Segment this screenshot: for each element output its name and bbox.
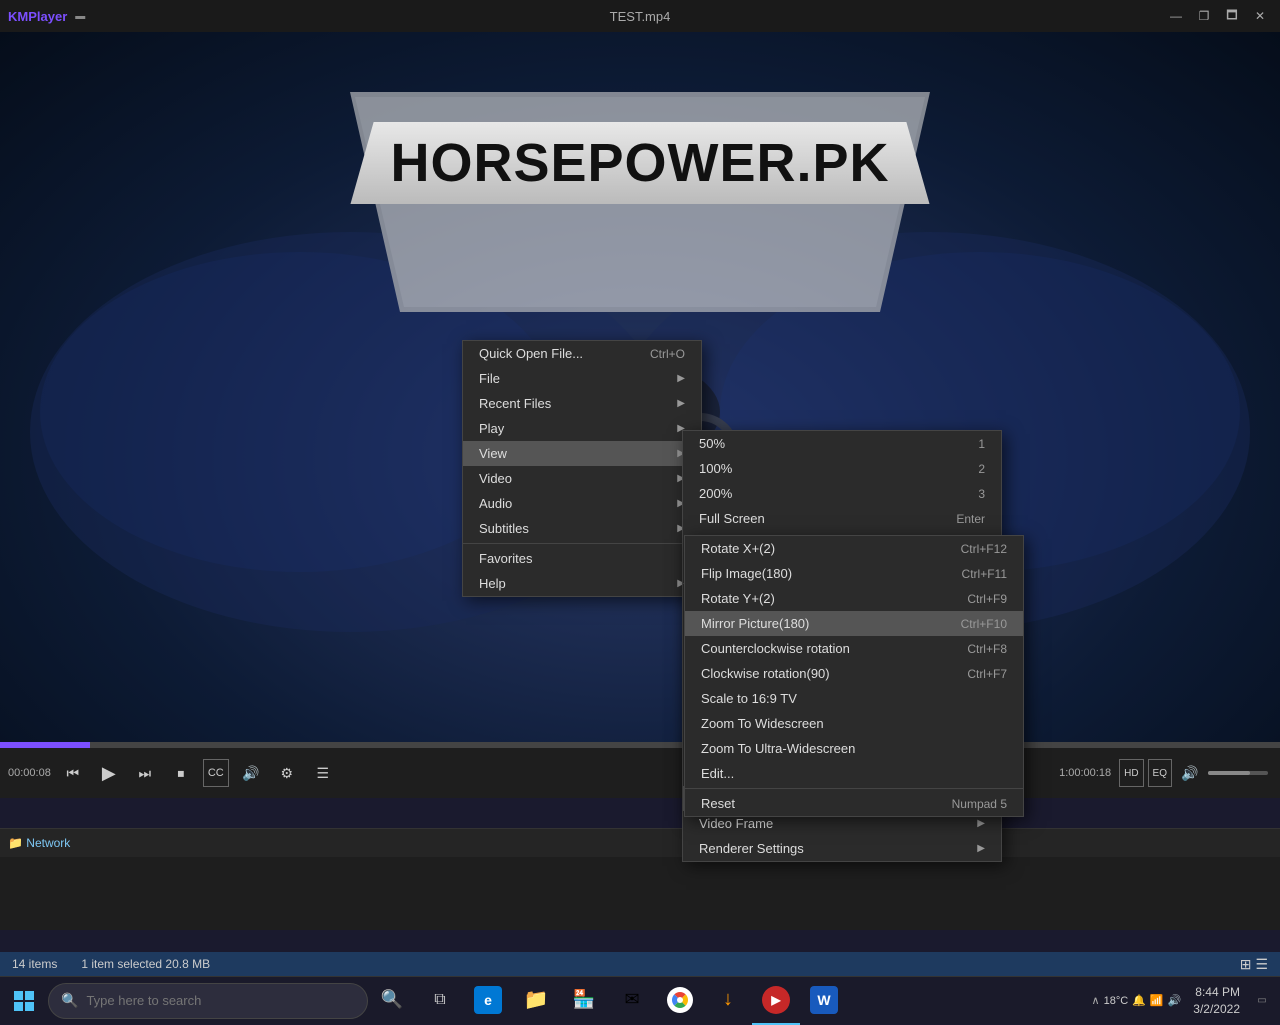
title-bar-controls: — ❐ 🗖 ✕ — [1164, 4, 1272, 28]
temp-indicator: 18°C — [1104, 995, 1129, 1007]
main-context-menu: Quick Open File... Ctrl+O File ▶ Recent … — [462, 340, 702, 597]
menu-audio[interactable]: Audio ▶ — [463, 491, 701, 516]
title-bar: KMPlayer ▬ TEST.mp4 — ❐ 🗖 ✕ — [0, 0, 1280, 32]
volume-fill — [1208, 771, 1250, 775]
view-grid-button[interactable]: ⊞ — [1240, 956, 1252, 973]
start-button[interactable] — [0, 977, 48, 1025]
app-logo: KMPlayer — [8, 9, 67, 24]
rotate-mirror-180[interactable]: Mirror Picture(180) Ctrl+F10 — [685, 611, 1023, 636]
taskbar-right: ∧ 18°C 🔔 📶 🔊 8:44 PM 3/2/2022 ▭ — [1092, 977, 1280, 1025]
controls-row: 00:00:08 ⏮ ▶ ⏭ ⏹ CC 🔊 ⚙ ☰ 1:00:00:18 HD … — [0, 748, 1280, 798]
chevron-icon[interactable]: ∧ — [1092, 994, 1100, 1007]
rotate-flip-180[interactable]: Flip Image(180) Ctrl+F11 — [685, 561, 1023, 586]
taskbar-download-button[interactable]: ↓ — [704, 977, 752, 1025]
taskbar-search-button[interactable]: 🔍 — [368, 977, 416, 1025]
notification-icon[interactable]: 🔔 — [1132, 994, 1146, 1007]
taskbar-explorer-button[interactable]: 📁 — [512, 977, 560, 1025]
video-settings-button[interactable]: ⚙ — [273, 759, 301, 787]
menu-help[interactable]: Help ▶ — [463, 571, 701, 596]
menu-favorites[interactable]: Favorites — [463, 546, 701, 571]
windows-logo — [14, 991, 34, 1011]
selected-info: 1 item selected 20.8 MB — [81, 957, 210, 971]
view-200[interactable]: 200% 3 — [683, 481, 1001, 506]
title-bar-center: TEST.mp4 — [610, 9, 671, 24]
player-controls-bar: 00:00:08 ⏮ ▶ ⏭ ⏹ CC 🔊 ⚙ ☰ 1:00:00:18 HD … — [0, 742, 1280, 798]
search-icon: 🔍 — [61, 992, 78, 1009]
taskbar-edge-button[interactable]: e — [464, 977, 512, 1025]
view-100[interactable]: 100% 2 — [683, 456, 1001, 481]
taskbar: 🔍 🔍 ⧉ e 📁 🏪 ✉ ↓ ▶ W ∧ 18°C 🔔 📶 🔊 8:44 PM… — [0, 976, 1280, 1024]
network-label: 📁 Network — [8, 836, 70, 850]
close-button[interactable]: ✕ — [1248, 4, 1272, 28]
progress-bar[interactable] — [0, 742, 1280, 748]
clock-date: 3/2/2022 — [1193, 1001, 1240, 1018]
menu-quick-open[interactable]: Quick Open File... Ctrl+O — [463, 341, 701, 366]
time-current: 00:00:08 — [8, 767, 51, 779]
video-title-text: HORSEPOWER.PK — [350, 122, 929, 204]
rotate-zoom-ultra-widescreen[interactable]: Zoom To Ultra-Widescreen — [685, 736, 1023, 761]
menu-play[interactable]: Play ▶ — [463, 416, 701, 441]
taskbar-kmplayer-button[interactable]: ▶ — [752, 977, 800, 1025]
rotate-reset[interactable]: Reset Numpad 5 — [685, 791, 1023, 816]
rotate-ccw[interactable]: Counterclockwise rotation Ctrl+F8 — [685, 636, 1023, 661]
menu-separator-1 — [463, 543, 701, 544]
taskbar-mail-button[interactable]: ✉ — [608, 977, 656, 1025]
notification-area[interactable]: ▭ — [1252, 977, 1272, 1025]
time-total: 1:00:00:18 — [1059, 767, 1111, 779]
rotate-zoom-widescreen[interactable]: Zoom To Widescreen — [685, 711, 1023, 736]
audio-track-button[interactable]: 🔊 — [237, 759, 265, 787]
taskbar-chrome-button[interactable] — [656, 977, 704, 1025]
search-input[interactable] — [86, 993, 355, 1008]
subtitle-button[interactable]: CC — [203, 759, 229, 787]
wifi-icon[interactable]: 📶 — [1150, 994, 1164, 1007]
file-status-bar: 14 items 1 item selected 20.8 MB ⊞ ☰ — [0, 952, 1280, 976]
right-controls: HD EQ 🔊 — [1119, 759, 1268, 787]
menu-recent-files[interactable]: Recent Files ▶ — [463, 391, 701, 416]
explorer-header: 📁 Network — [0, 829, 1280, 857]
minimize-button[interactable]: — — [1164, 4, 1188, 28]
menu-video[interactable]: Video ▶ — [463, 466, 701, 491]
view-fullscreen[interactable]: Full Screen Enter — [683, 506, 1001, 531]
title-bar-left: KMPlayer ▬ — [8, 9, 85, 24]
stop-button[interactable]: ⏹ — [167, 759, 195, 787]
hd-button[interactable]: HD — [1119, 759, 1143, 787]
eq-button[interactable]: EQ — [1148, 759, 1172, 787]
taskbar-taskview-button[interactable]: ⧉ — [416, 977, 464, 1025]
taskbar-store-button[interactable]: 🏪 — [560, 977, 608, 1025]
rotate-cw-90[interactable]: Clockwise rotation(90) Ctrl+F7 — [685, 661, 1023, 686]
taskbar-word-button[interactable]: W — [800, 977, 848, 1025]
rotate-scale-169[interactable]: Scale to 16:9 TV — [685, 686, 1023, 711]
next-button[interactable]: ⏭ — [131, 759, 159, 787]
menu-subtitles[interactable]: Subtitles ▶ — [463, 516, 701, 541]
volume-button[interactable]: 🔊 — [1176, 759, 1204, 787]
minimize-icon[interactable]: ▬ — [75, 11, 85, 22]
restore-button[interactable]: ❐ — [1192, 4, 1216, 28]
system-tray: ∧ 18°C 🔔 📶 🔊 — [1092, 994, 1182, 1007]
rotate-x-plus[interactable]: Rotate X+(2) Ctrl+F12 — [685, 536, 1023, 561]
explorer-content — [0, 857, 1280, 865]
prev-button[interactable]: ⏮ — [59, 759, 87, 787]
rotate-submenu: Rotate X+(2) Ctrl+F12 Flip Image(180) Ct… — [684, 535, 1024, 817]
play-button[interactable]: ▶ — [95, 759, 123, 787]
view-list-button[interactable]: ☰ — [1255, 956, 1268, 973]
menu-file[interactable]: File ▶ — [463, 366, 701, 391]
progress-fill — [0, 742, 90, 748]
search-box[interactable]: 🔍 — [48, 983, 368, 1019]
rotate-y-plus[interactable]: Rotate Y+(2) Ctrl+F9 — [685, 586, 1023, 611]
view-50[interactable]: 50% 1 — [683, 431, 1001, 456]
explorer-area: 📁 Network — [0, 828, 1280, 930]
volume-icon[interactable]: 🔊 — [1168, 994, 1182, 1007]
playlist-button[interactable]: ☰ — [309, 759, 337, 787]
view-renderer-settings[interactable]: Renderer Settings ▶ — [683, 836, 1001, 861]
rotate-sep — [685, 788, 1023, 789]
items-count: 14 items — [12, 957, 57, 971]
rotate-edit[interactable]: Edit... — [685, 761, 1023, 786]
volume-slider[interactable] — [1208, 771, 1268, 775]
menu-view[interactable]: View ▶ — [463, 441, 701, 466]
maximize-button[interactable]: 🗖 — [1220, 4, 1244, 28]
system-clock[interactable]: 8:44 PM 3/2/2022 — [1185, 984, 1248, 1018]
clock-time: 8:44 PM — [1193, 984, 1240, 1001]
